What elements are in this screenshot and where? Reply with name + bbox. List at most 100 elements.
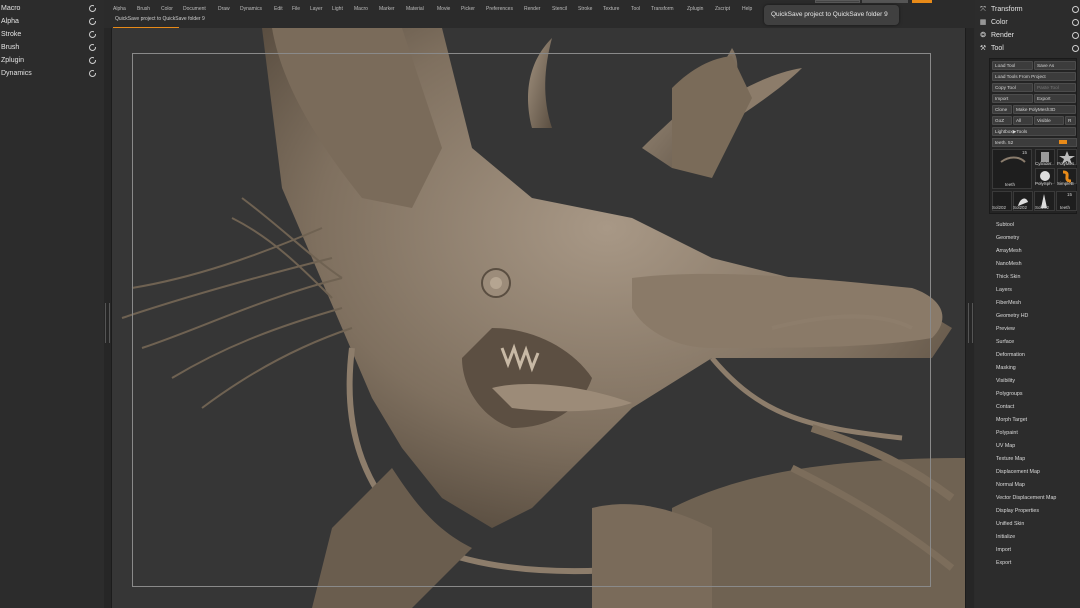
palette-stroke[interactable]: Stroke xyxy=(0,28,100,41)
menu-draw[interactable]: Draw xyxy=(218,6,230,12)
menu-layer[interactable]: Layer xyxy=(310,6,323,12)
palette-transform[interactable]: ⤧ Transform xyxy=(975,3,1080,16)
save-as-button[interactable]: Save As xyxy=(1034,61,1076,70)
undock-icon[interactable] xyxy=(89,4,97,12)
subpalette-thick-skin[interactable]: Thick Skin xyxy=(996,273,1020,281)
palette-tool[interactable]: ⚒ Tool xyxy=(975,42,1080,55)
subpalette-layers[interactable]: Layers xyxy=(996,286,1012,294)
menu-color[interactable]: Color xyxy=(161,6,173,12)
goz-r-button[interactable]: R xyxy=(1065,116,1076,125)
load-tool-button[interactable]: Load Tool xyxy=(992,61,1033,70)
subpalette-display-properties[interactable]: Display Properties xyxy=(996,507,1039,515)
subpalette-geometry[interactable]: Geometry xyxy=(996,234,1019,242)
header-button[interactable] xyxy=(815,0,860,3)
status-message: QuickSave project to QuickSave folder 9 xyxy=(115,16,205,22)
menu-document[interactable]: Document xyxy=(183,6,206,12)
clone-button[interactable]: Clone xyxy=(992,105,1012,114)
subpalette-fibermesh[interactable]: FiberMesh xyxy=(996,299,1021,307)
menu-texture[interactable]: Texture xyxy=(603,6,619,12)
thumb-count: 15 xyxy=(1022,150,1028,155)
subpalette-texture-map[interactable]: Texture Map xyxy=(996,455,1025,463)
subpalette-geometry-hd[interactable]: Geometry HD xyxy=(996,312,1028,320)
thumb-label: PolySph xyxy=(1035,181,1052,186)
lightbox-tools-button[interactable]: Lightbox▶Tools xyxy=(992,127,1076,136)
menu-edit[interactable]: Edit xyxy=(274,6,283,12)
header-button[interactable] xyxy=(862,0,908,3)
paste-tool-button[interactable]: Paste Tool xyxy=(1034,83,1076,92)
subpalette-arraymesh[interactable]: ArrayMesh xyxy=(996,247,1022,255)
menu-light[interactable]: Light xyxy=(332,6,343,12)
undock-icon[interactable] xyxy=(1072,6,1079,13)
subpalette-morph-target[interactable]: Morph Target xyxy=(996,416,1027,424)
menu-transform[interactable]: Transform xyxy=(651,6,674,12)
subpalette-deformation[interactable]: Deformation xyxy=(996,351,1025,359)
menu-material[interactable]: Material xyxy=(406,6,424,12)
subpalette-preview[interactable]: Preview xyxy=(996,325,1015,333)
menu-stroke[interactable]: Stroke xyxy=(578,6,592,12)
menu-brush[interactable]: Brush xyxy=(137,6,150,12)
menu-picker[interactable]: Picker xyxy=(461,6,475,12)
subpalette-masking[interactable]: Masking xyxy=(996,364,1016,372)
subpalette-nanomesh[interactable]: NanoMesh xyxy=(996,260,1022,268)
subpalette-visibility[interactable]: Visibility xyxy=(996,377,1015,385)
subpalette-unified-skin[interactable]: Unified Skin xyxy=(996,520,1024,528)
subpalette-vector-displacement-map[interactable]: Vector Displacement Map xyxy=(996,494,1056,502)
undock-icon[interactable] xyxy=(89,56,97,64)
subpalette-uv-map[interactable]: UV Map xyxy=(996,442,1015,450)
palette-alpha[interactable]: Alpha xyxy=(0,15,100,28)
menu-render[interactable]: Render xyxy=(524,6,540,12)
palette-macro[interactable]: Macro xyxy=(0,2,100,15)
subpalette-surface[interactable]: Surface xyxy=(996,338,1014,346)
left-tray-divider[interactable] xyxy=(104,28,112,608)
palette-color[interactable]: ▦ Color xyxy=(975,16,1080,29)
menu-marker[interactable]: Marker xyxy=(379,6,395,12)
menu-macro[interactable]: Macro xyxy=(354,6,368,12)
menu-tool[interactable]: Tool xyxy=(631,6,640,12)
palette-dynamics[interactable]: Dynamics xyxy=(0,67,100,80)
undock-icon[interactable] xyxy=(89,69,97,77)
menu-preferences[interactable]: Preferences xyxy=(486,6,513,12)
subpalette-subtool[interactable]: Subtool xyxy=(996,221,1014,229)
undock-icon[interactable] xyxy=(1072,19,1079,26)
load-tools-from-project-button[interactable]: Load Tools From Project xyxy=(992,72,1076,81)
drag-grip[interactable] xyxy=(105,303,110,343)
export-button[interactable]: Export xyxy=(1034,94,1076,103)
subpalette-contact[interactable]: Contact xyxy=(996,403,1014,411)
goz-button[interactable]: GoZ xyxy=(992,116,1012,125)
undock-icon[interactable] xyxy=(1072,45,1079,52)
make-polymesh3d-button[interactable]: Make PolyMesh3D xyxy=(1013,105,1076,114)
menu-file[interactable]: File xyxy=(292,6,300,12)
subpalette-import[interactable]: Import xyxy=(996,546,1011,554)
import-button[interactable]: Import xyxy=(992,94,1033,103)
thumb-label: teeth xyxy=(1005,182,1016,187)
subpalette-polypaint[interactable]: Polypaint xyxy=(996,429,1018,437)
menu-movie[interactable]: Movie xyxy=(437,6,450,12)
subpalette-normal-map[interactable]: Normal Map xyxy=(996,481,1025,489)
menu-stencil[interactable]: Stencil xyxy=(552,6,567,12)
subpalette-export[interactable]: Export xyxy=(996,559,1011,567)
menu-help[interactable]: Help xyxy=(742,6,752,12)
undock-icon[interactable] xyxy=(89,17,97,25)
palette-zplugin[interactable]: Zplugin xyxy=(0,54,100,67)
menu-dynamics[interactable]: Dynamics xyxy=(240,6,262,12)
subpalette-polygroups[interactable]: Polygroups xyxy=(996,390,1023,398)
menu-alpha[interactable]: Alpha xyxy=(113,6,126,12)
color-icon: ▦ xyxy=(979,19,987,26)
palette-brush[interactable]: Brush xyxy=(0,41,100,54)
right-tray-divider[interactable] xyxy=(965,28,974,608)
header-button-active[interactable] xyxy=(912,0,932,3)
copy-tool-button[interactable]: Copy Tool xyxy=(992,83,1033,92)
goz-visible-button[interactable]: Visible xyxy=(1034,116,1064,125)
sculpt-canvas[interactable] xyxy=(112,28,965,608)
subpalette-displacement-map[interactable]: Displacement Map xyxy=(996,468,1040,476)
undock-icon[interactable] xyxy=(89,43,97,51)
drag-grip[interactable] xyxy=(968,303,973,343)
goz-all-button[interactable]: All xyxy=(1013,116,1033,125)
undock-icon[interactable] xyxy=(1072,32,1079,39)
undock-icon[interactable] xyxy=(89,30,97,38)
menu-zscript[interactable]: Zscript xyxy=(715,6,730,12)
subpalette-initialize[interactable]: Initialize xyxy=(996,533,1015,541)
thumb-label: Sol202 xyxy=(1013,205,1028,210)
palette-render[interactable]: ❂ Render xyxy=(975,29,1080,42)
menu-zplugin[interactable]: Zplugin xyxy=(687,6,703,12)
